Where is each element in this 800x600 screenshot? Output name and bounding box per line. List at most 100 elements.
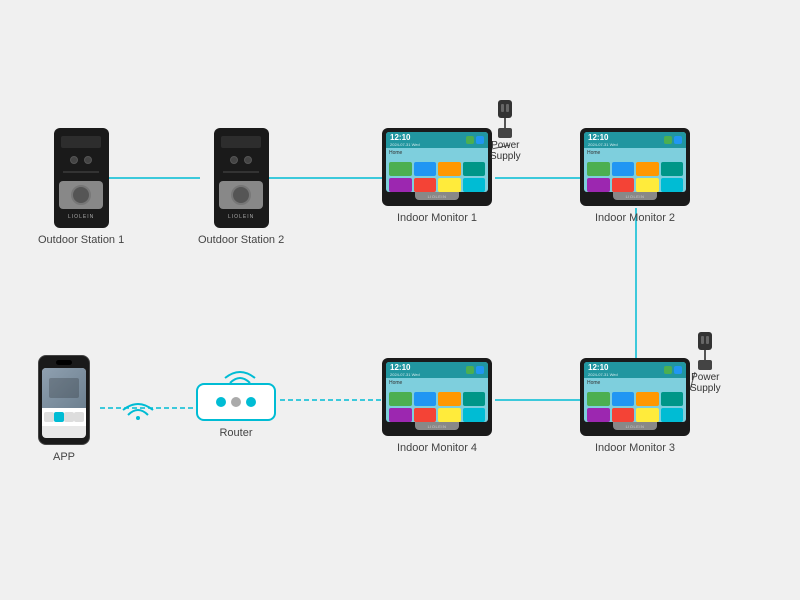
app-btn-5[interactable] (389, 178, 412, 192)
router-dot-1 (216, 397, 226, 407)
app-device: APP (38, 355, 90, 463)
app-btn-3-1[interactable] (587, 392, 610, 406)
indoor-monitor-1-label: Indoor Monitor 1 (397, 212, 477, 224)
screen-apps-1 (386, 159, 488, 192)
monitor-brand-1: LIOLEIN (428, 194, 447, 199)
screen-time-2: 12:10 (588, 133, 618, 142)
monitor-screen-1: 12:10 2024-07-31 Wed Home (386, 132, 488, 192)
phone-notch (56, 360, 72, 365)
screen-date-1: 2024-07-31 Wed (390, 142, 420, 147)
screen-icons-1 (466, 136, 484, 144)
app-btn-3[interactable] (438, 162, 461, 176)
app-btn-4-6[interactable] (414, 408, 437, 422)
app-btn-2-4[interactable] (661, 162, 684, 176)
app-btn-7[interactable] (438, 178, 461, 192)
power-supply-1-label: PowerSupply (490, 140, 521, 162)
screen-location-2: Home (584, 148, 686, 158)
app-btn-4[interactable] (463, 162, 486, 176)
screen-icons-4 (466, 366, 484, 374)
monitor-screen-4: 12:10 2024-07-31 Wed Home (386, 362, 488, 422)
outdoor-call-button[interactable] (71, 185, 91, 205)
router-body (196, 383, 276, 421)
phone-camera-preview (49, 378, 79, 398)
router-label: Router (219, 427, 252, 439)
app-btn-2-8[interactable] (661, 178, 684, 192)
outdoor-camera-lens (70, 156, 78, 164)
outdoor-station-2-label: Outdoor Station 2 (198, 234, 284, 246)
outdoor-station-1: LIOLEIN Outdoor Station 1 (38, 128, 124, 246)
outdoor-camera-lens-2 (84, 156, 92, 164)
phone-body (38, 355, 90, 445)
phone-icon-4[interactable] (74, 412, 84, 422)
screen-icon-4a (466, 366, 474, 374)
router-wifi-svg (220, 360, 260, 385)
screen-header-1: 12:10 2024-07-31 Wed (386, 132, 488, 148)
app-btn-4-8[interactable] (463, 408, 486, 422)
app-btn-3-2[interactable] (612, 392, 635, 406)
phone-icon-2[interactable] (54, 412, 64, 422)
screen-time-4: 12:10 (390, 363, 420, 372)
app-btn-2-6[interactable] (612, 178, 635, 192)
outdoor-panel-2: LIOLEIN (214, 128, 269, 228)
indoor-monitor-3: 12:10 2024-07-31 Wed Home (580, 358, 690, 454)
app-btn-2-3[interactable] (636, 162, 659, 176)
outdoor-panel-top-bar (61, 136, 101, 148)
outdoor-station-1-label: Outdoor Station 1 (38, 234, 124, 246)
power-supply-1: PowerSupply (490, 100, 521, 162)
monitor-brand-3: LIOLEIN (626, 424, 645, 429)
phone-app-bar (42, 408, 86, 426)
screen-date-2: 2024-07-31 Wed (588, 142, 618, 147)
phone-camera-view (42, 368, 86, 408)
screen-apps-3 (584, 389, 686, 422)
app-btn-3-6[interactable] (612, 408, 635, 422)
monitor-body-4: 12:10 2024-07-31 Wed Home (382, 358, 492, 436)
app-btn-6[interactable] (414, 178, 437, 192)
monitor-screen-3: 12:10 2024-07-31 Wed Home (584, 362, 686, 422)
app-btn-2-5[interactable] (587, 178, 610, 192)
screen-icon-4b (476, 366, 484, 374)
phone-icon-3[interactable] (64, 412, 74, 422)
screen-icon-1a (466, 136, 474, 144)
app-btn-2-7[interactable] (636, 178, 659, 192)
monitor-body-2: 12:10 2024-07-31 Wed Home (580, 128, 690, 206)
app-btn-4-5[interactable] (389, 408, 412, 422)
outdoor-camera-lens-4 (244, 156, 252, 164)
monitor-screen-2: 12:10 2024-07-31 Wed Home (584, 132, 686, 192)
app-btn-4-2[interactable] (414, 392, 437, 406)
app-btn-4-4[interactable] (463, 392, 486, 406)
screen-time-3: 12:10 (588, 363, 618, 372)
screen-icons-2 (664, 136, 682, 144)
app-btn-3-7[interactable] (636, 408, 659, 422)
indoor-monitor-4-label: Indoor Monitor 4 (397, 442, 477, 454)
indoor-monitor-1: 12:10 2024-07-31 Wed Home (382, 128, 492, 224)
app-btn-3-5[interactable] (587, 408, 610, 422)
app-btn-1[interactable] (389, 162, 412, 176)
monitor-body-3: 12:10 2024-07-31 Wed Home (580, 358, 690, 436)
app-btn-2[interactable] (414, 162, 437, 176)
diagram-container: LIOLEIN Outdoor Station 1 LIOLEIN Outdoo… (0, 0, 800, 600)
app-btn-4-1[interactable] (389, 392, 412, 406)
connection-lines (0, 0, 800, 600)
phone-icon-1[interactable] (44, 412, 54, 422)
screen-header-4: 12:10 2024-07-31 Wed (386, 362, 488, 378)
screen-apps-4 (386, 389, 488, 422)
app-btn-2-2[interactable] (612, 162, 635, 176)
app-btn-3-3[interactable] (636, 392, 659, 406)
outdoor-brand-2: LIOLEIN (228, 214, 254, 220)
outdoor-call-button-2[interactable] (231, 185, 251, 205)
router-dot-3 (246, 397, 256, 407)
outdoor-panel-top-bar-2 (221, 136, 261, 148)
indoor-monitor-4: 12:10 2024-07-31 Wed Home (382, 358, 492, 454)
app-label: APP (53, 451, 75, 463)
app-btn-8[interactable] (463, 178, 486, 192)
screen-apps-2 (584, 159, 686, 192)
app-btn-3-4[interactable] (661, 392, 684, 406)
app-btn-4-7[interactable] (438, 408, 461, 422)
indoor-monitor-2: 12:10 2024-07-31 Wed Home (580, 128, 690, 224)
app-btn-4-3[interactable] (438, 392, 461, 406)
app-btn-3-8[interactable] (661, 408, 684, 422)
monitor-base-3: LIOLEIN (613, 422, 657, 430)
screen-date-3: 2024-07-31 Wed (588, 372, 618, 377)
app-btn-2-1[interactable] (587, 162, 610, 176)
screen-location-3: Home (584, 378, 686, 388)
